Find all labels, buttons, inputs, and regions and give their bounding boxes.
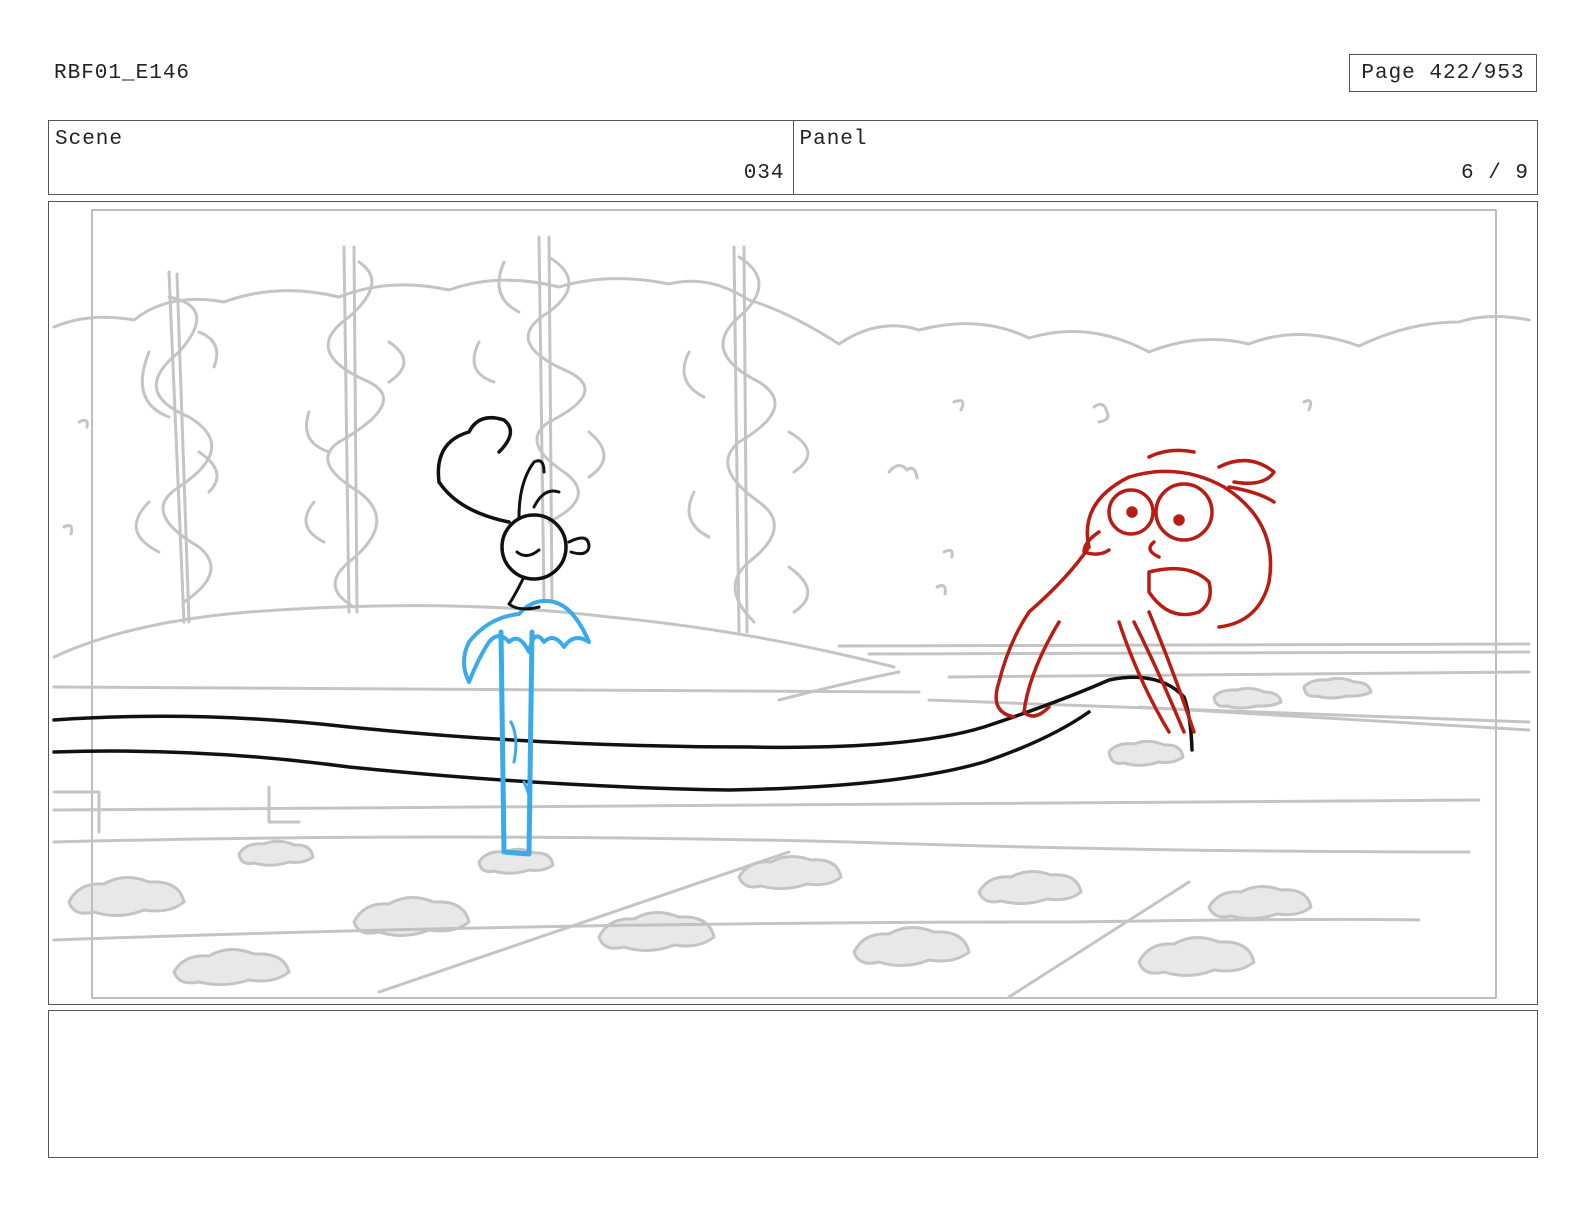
panel-label: Panel [799, 128, 868, 151]
panel-cell: Panel 6 / 9 [792, 121, 1538, 194]
scene-panel-header: Scene 034 Panel 6 / 9 [48, 120, 1538, 195]
ground-flowers [67, 676, 1373, 987]
blue-character [436, 416, 591, 857]
page-counter-label: Page 422/953 [1361, 61, 1525, 85]
page-counter: Page 422/953 [1349, 54, 1537, 92]
scene-number: 034 [743, 162, 785, 185]
panel-number: 6 / 9 [1460, 162, 1529, 185]
notes-box [48, 1010, 1538, 1158]
document-id: RBF01_E146 [54, 62, 191, 85]
storyboard-drawing [52, 209, 1531, 999]
scene-cell: Scene 034 [49, 121, 793, 194]
scene-label: Scene [55, 128, 124, 151]
storyboard-panel [48, 201, 1538, 1005]
rope [52, 675, 1194, 792]
